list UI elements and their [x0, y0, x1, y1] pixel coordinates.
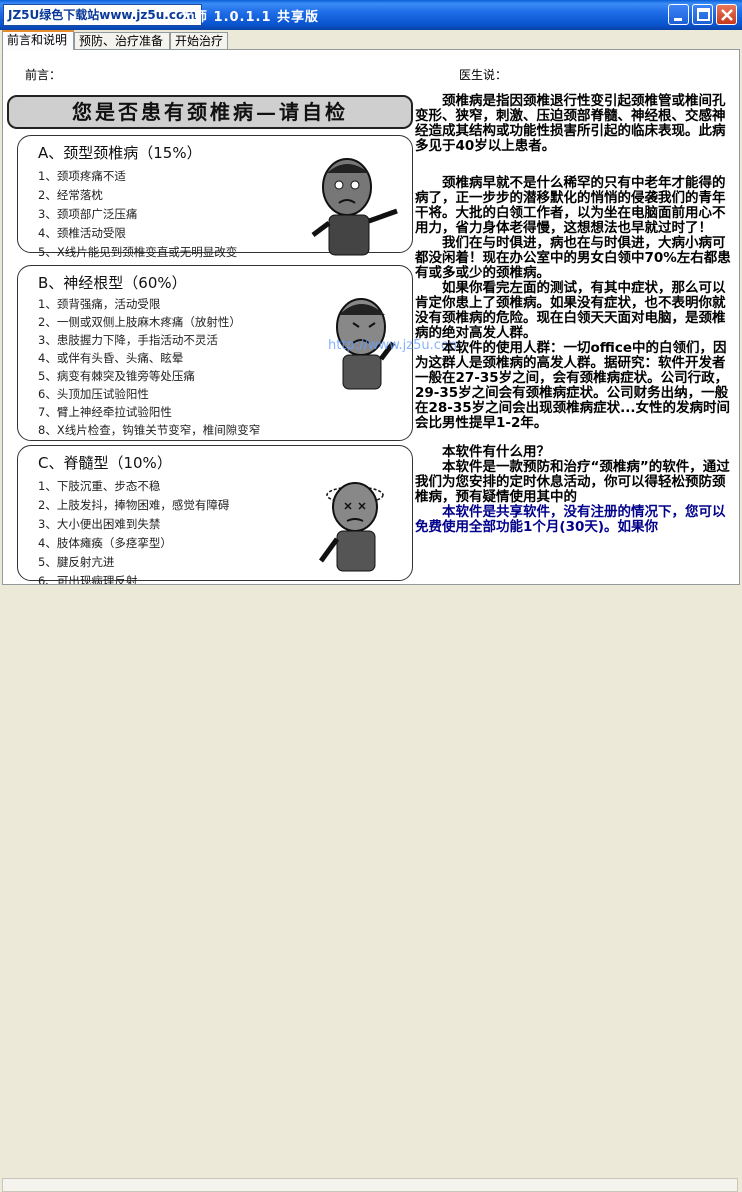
- poster-banner: 您是否患有颈椎病—请自检: [7, 95, 413, 129]
- neck-pain-figure-icon: [311, 158, 398, 256]
- maximize-icon: [697, 8, 710, 21]
- app-window: JZ5U绿色下载站www.jz5u.com 大师 1.0.1.1 共享版 前言和…: [0, 0, 742, 1192]
- article-paragraph: 颈椎病早就不是什么稀罕的只有中老年才能得的病了，正一步步的潜移默化的悄悄的侵袭我…: [415, 175, 726, 236]
- section-c-title: C、脊髓型（10%）: [38, 454, 172, 472]
- article-paragraph: 本软件有什么用？: [442, 444, 550, 460]
- status-bar: [0, 586, 742, 1192]
- section-b-item: 5、病变有棘突及锥旁等处压痛: [38, 369, 195, 383]
- section-a-item: 5、X线片能见到颈椎变直或无明显改变: [38, 245, 238, 259]
- dizzy-figure-icon: [318, 482, 384, 572]
- shareware-notice: 本软件是共享软件，没有注册的情况下，您可以免费使用全部功能1个月(30天)。如果…: [415, 504, 726, 535]
- tab-strip: 前言和说明 预防、治疗准备 开始治疗: [0, 30, 742, 50]
- section-c-item: 4、肢体瘫痪（多痉挛型）: [38, 536, 172, 550]
- section-a-item: 3、颈项部广泛压痛: [38, 207, 138, 221]
- section-a-item: 1、颈项疼痛不适: [38, 169, 126, 183]
- section-c-item: 1、下肢沉重、步态不稳: [38, 479, 161, 493]
- maximize-button[interactable]: [692, 4, 713, 25]
- article-paragraph: 本软件的使用人群：一切office中的白领们，因为这群人是颈椎病的高发人群。据研…: [415, 340, 731, 431]
- doctor-label: 医生说：: [459, 68, 508, 82]
- article-paragraph: 颈椎病是指因颈椎退行性变引起颈椎管或椎间孔变形、狭窄，刺激、压迫颈部脊髓、神经根…: [415, 93, 726, 154]
- content-panel: 前言： 医生说： 您是否患有颈椎病—请自检 A、颈型颈椎病（15%） 1、颈项疼…: [2, 49, 740, 585]
- section-b-item: 2、一侧或双侧上肢麻木疼痛（放射性）: [38, 315, 241, 329]
- tab-preface[interactable]: 前言和说明: [2, 30, 74, 50]
- horizontal-scrollbar[interactable]: [2, 1178, 738, 1192]
- section-b-item: 3、患肢握力下降，手指活动不灵活: [38, 333, 218, 347]
- section-b-title: B、神经根型（60%）: [38, 274, 187, 292]
- article-paragraph: 本软件是一款预防和治疗“颈椎病”的软件，通过我们为您安排的定时休息活动，你可以得…: [415, 459, 730, 505]
- minimize-button[interactable]: [668, 4, 689, 25]
- section-b-item: 6、头顶加压试验阳性: [38, 387, 149, 401]
- title-bar[interactable]: JZ5U绿色下载站www.jz5u.com 大师 1.0.1.1 共享版: [0, 0, 742, 30]
- minimize-icon: [674, 18, 682, 21]
- tab-treatment[interactable]: 开始治疗: [170, 32, 228, 49]
- close-icon: [721, 9, 733, 21]
- close-button[interactable]: [716, 4, 737, 25]
- section-b-item: 4、或伴有头昏、头痛、眩晕: [38, 351, 184, 365]
- window-title: 大师 1.0.1.1 共享版: [180, 10, 320, 25]
- section-b-item: 8、X线片检查，钩锥关节变窄，椎间隙变窄: [38, 423, 261, 437]
- article-paragraph: 我们在与时俱进，病也在与时俱进，大病小病可都没闲着！现在办公室中的男女白领中70…: [415, 235, 731, 281]
- section-c-item: 3、大小便出困难到失禁: [38, 517, 161, 531]
- section-a-title: A、颈型颈椎病（15%）: [38, 144, 202, 162]
- preface-label: 前言：: [25, 68, 62, 82]
- section-b-item: 7、臂上神经牵拉试验阳性: [38, 405, 172, 419]
- section-a-item: 2、经常落枕: [38, 188, 103, 202]
- section-c-item: 6、可出现病理反射: [38, 574, 138, 585]
- section-c-item: 5、腱反射亢进: [38, 555, 115, 569]
- article-text: 颈椎病是指因颈椎退行性变引起颈椎管或椎间孔变形、狭窄，刺激、压迫颈部脊髓、神经根…: [415, 94, 733, 535]
- site-logo: JZ5U绿色下载站www.jz5u.com: [3, 4, 202, 26]
- section-c-item: 2、上肢发抖，捧物困难，感觉有障碍: [38, 498, 230, 512]
- article-paragraph: 如果你看完左面的测试，有其中症状，那么可以肯定你患上了颈椎病。如果没有症状，也不…: [415, 280, 726, 341]
- section-b-item: 1、颈背强痛，活动受限: [38, 297, 161, 311]
- tab-prevention[interactable]: 预防、治疗准备: [74, 32, 170, 49]
- section-a-item: 4、颈椎活动受限: [38, 226, 126, 240]
